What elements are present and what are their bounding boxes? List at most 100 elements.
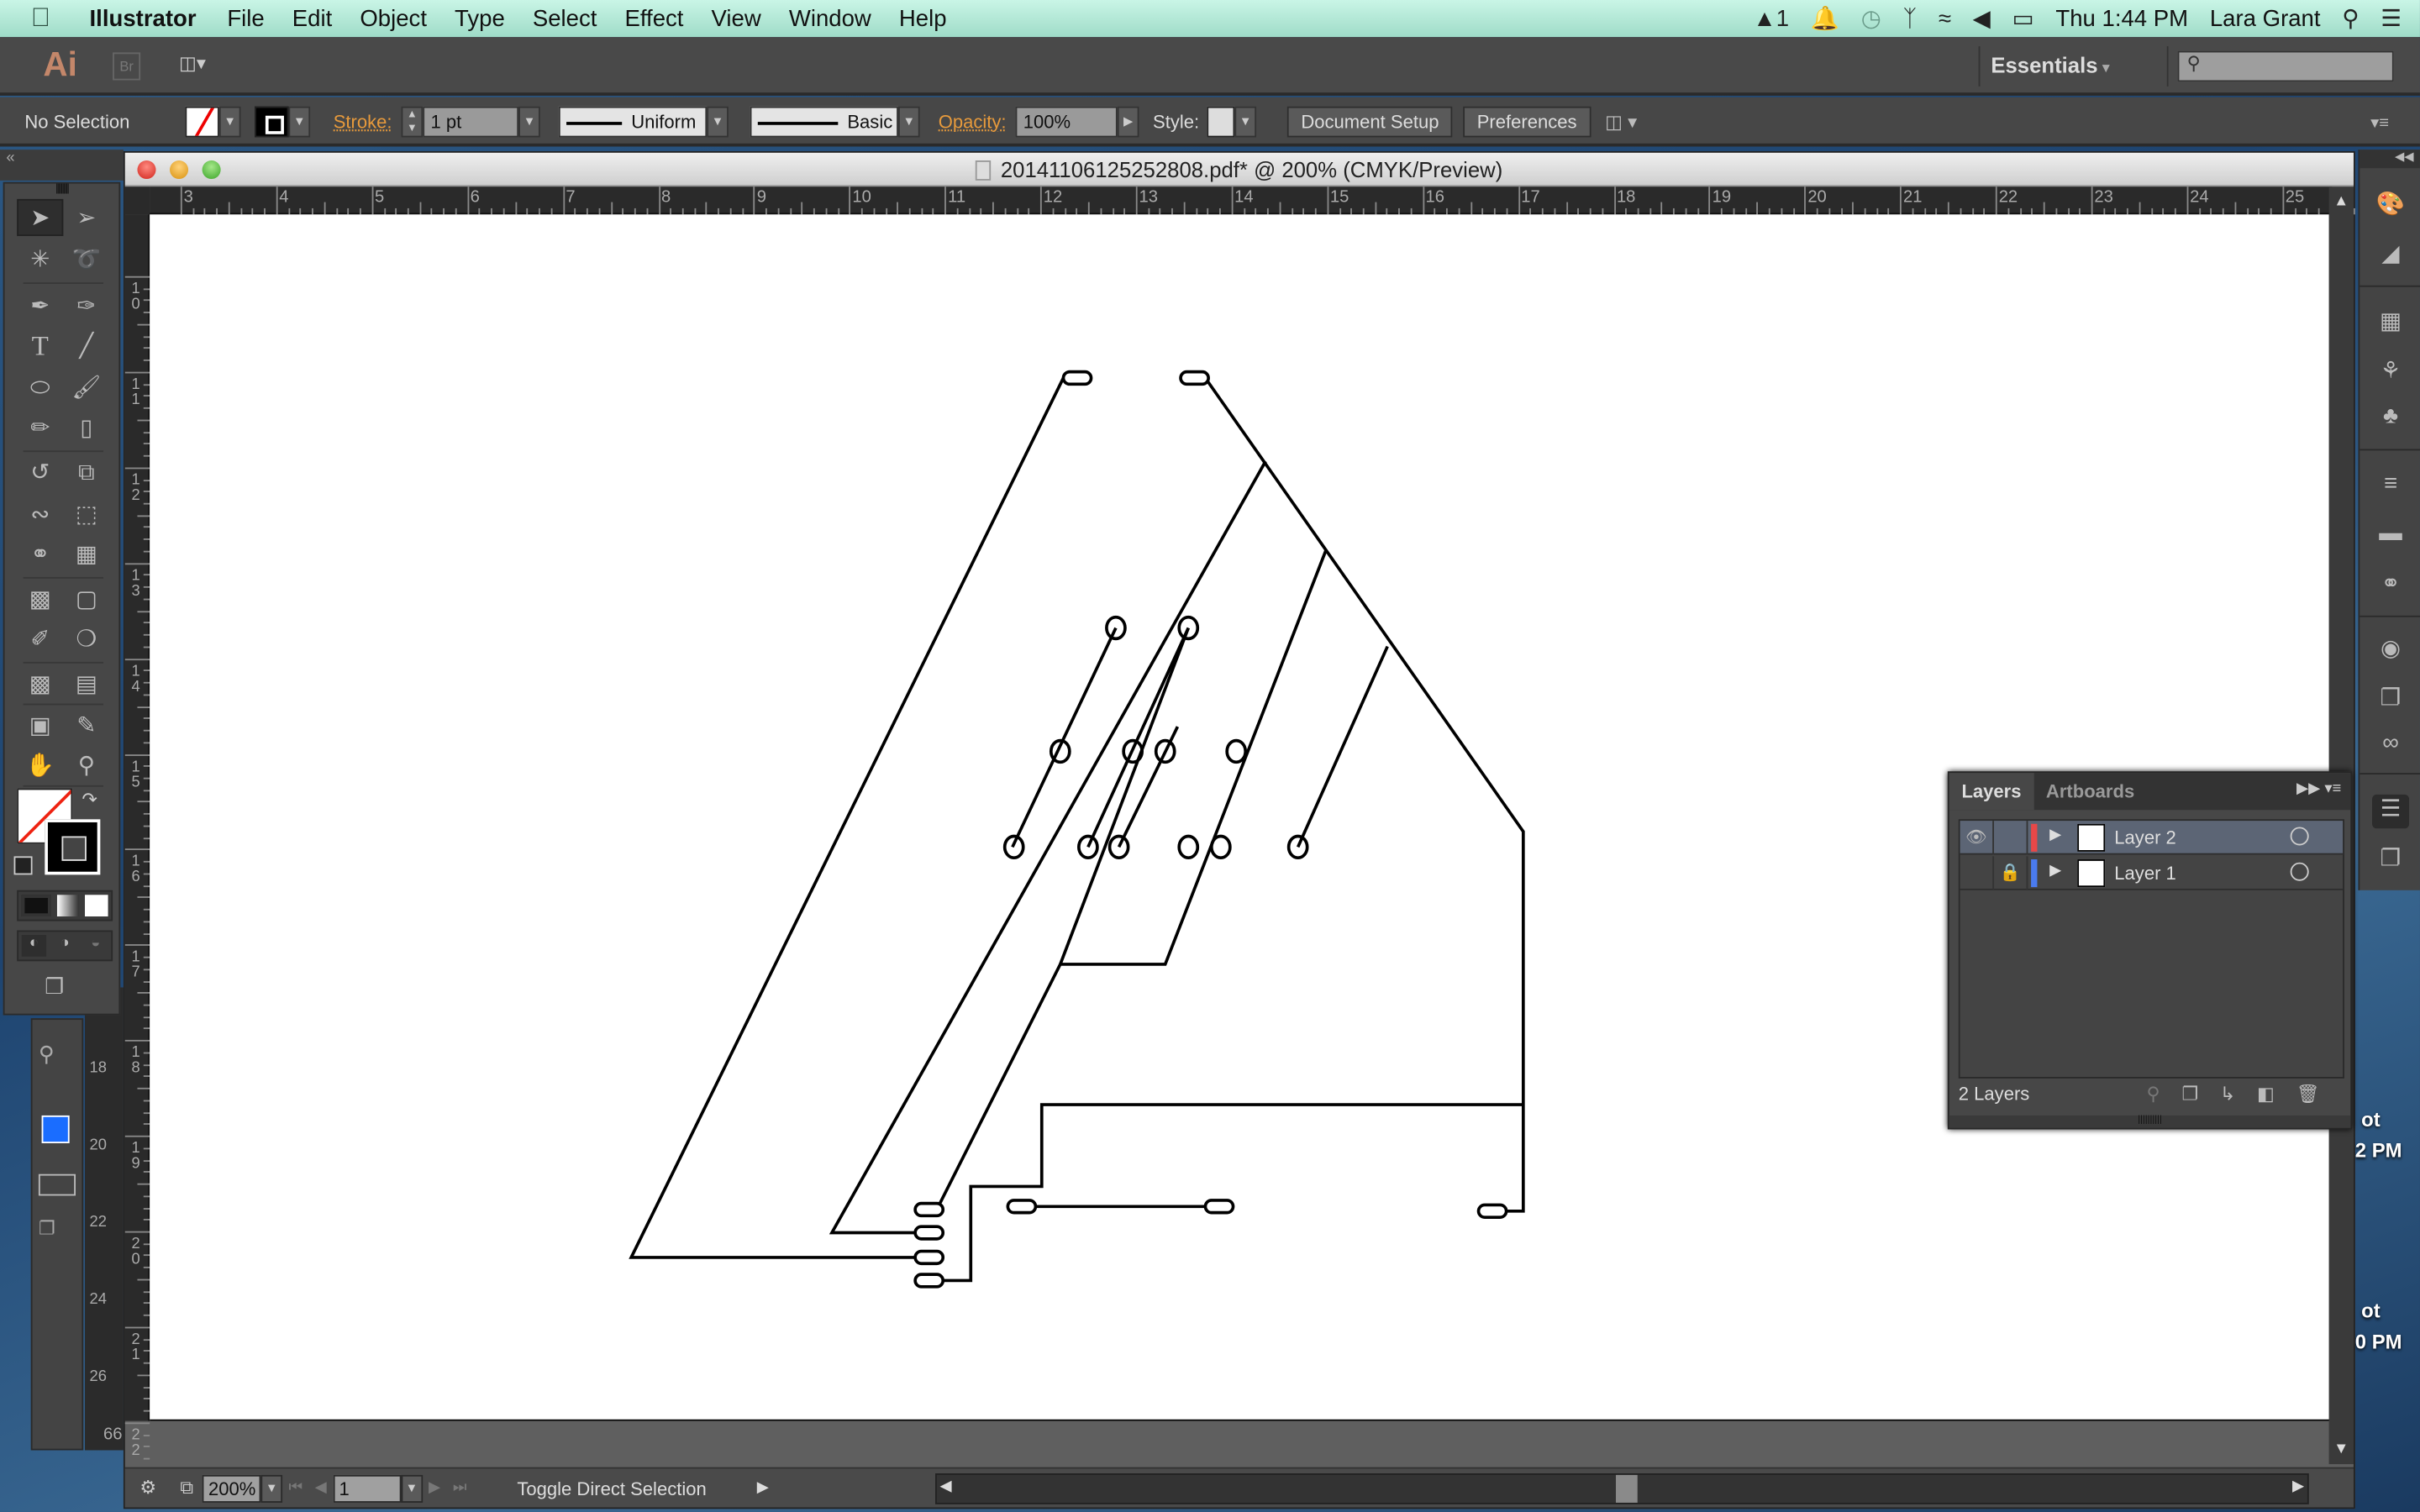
panel-menu-icon[interactable]: ▾≡ xyxy=(2370,107,2389,138)
menu-view[interactable]: View xyxy=(712,5,761,31)
chevron-down-icon[interactable]: ▼ xyxy=(218,106,241,138)
shape-builder-tool-icon[interactable]: ⚭ xyxy=(17,535,63,572)
fill-none-swatch[interactable] xyxy=(185,106,219,138)
hand-tool-icon[interactable]: ✋ xyxy=(17,747,63,784)
draw-behind-icon[interactable]: ◑ xyxy=(52,935,76,957)
circuit-trace[interactable] xyxy=(921,1103,1523,1283)
status-menu-arrow[interactable]: ▶ xyxy=(757,1479,769,1496)
chevron-down-icon[interactable]: ▼ xyxy=(707,106,729,138)
stroke-stepper[interactable]: ▲ ▼ xyxy=(401,106,424,138)
solder-pad[interactable] xyxy=(1179,370,1210,386)
artboard-number-input[interactable]: 1 xyxy=(333,1473,401,1503)
desktop-file-label[interactable]: 0 PM xyxy=(2355,1330,2402,1353)
scrollbar-thumb[interactable] xyxy=(1616,1474,1638,1503)
desktop-file-label[interactable]: ot xyxy=(2361,1299,2381,1323)
circuit-trace[interactable] xyxy=(829,460,1267,1235)
chevron-down-icon[interactable]: ▼ xyxy=(400,1473,423,1503)
artboard-tool-icon[interactable]: ▣ xyxy=(17,706,63,743)
type-tool-icon[interactable]: T xyxy=(17,327,63,364)
stroke-weight-control[interactable]: ▲ ▼ 1 pt ▼ xyxy=(401,106,540,138)
menu-window[interactable]: Window xyxy=(789,5,871,31)
via-hole[interactable] xyxy=(1177,615,1200,641)
creative-cloud-libraries-icon[interactable]: ∞ xyxy=(2372,730,2409,764)
puppet-warp-tool-icon[interactable]: ∾ xyxy=(17,496,63,533)
chevron-down-icon[interactable]: ▼ xyxy=(260,1473,283,1503)
chevron-down-icon[interactable]: ▼ xyxy=(1234,106,1257,138)
panel-resize-grip[interactable]: |||||||||| xyxy=(1949,1115,2351,1128)
blend-tool-icon[interactable]: ❍ xyxy=(63,620,109,657)
layer-row[interactable]: 🔒 ▶ Layer 1 xyxy=(1960,856,2344,890)
via-hole[interactable] xyxy=(1209,834,1232,860)
gpu-settings-icon[interactable]: ⚙ xyxy=(133,1476,164,1500)
paintbrush-tool-icon[interactable]: 🖌 xyxy=(63,369,109,406)
last-artboard-button[interactable]: ⏭ xyxy=(453,1479,467,1496)
horizontal-scrollbar[interactable]: ◀ ▶ xyxy=(935,1473,2309,1504)
gradient-mode-button[interactable] xyxy=(56,895,80,916)
help-search-input[interactable]: ⚲ xyxy=(2177,50,2394,82)
gradient-tool-icon[interactable]: ▢ xyxy=(63,580,109,617)
make-clipping-mask-icon[interactable]: ❐ xyxy=(2181,1083,2198,1105)
bridge-button[interactable]: Br xyxy=(113,52,141,81)
panel-grip[interactable]: |||||||||| xyxy=(5,184,119,199)
status-text[interactable]: Toggle Direct Selection xyxy=(473,1478,751,1499)
color-guide-panel-icon[interactable]: ◢ xyxy=(2372,239,2409,273)
symbol-sprayer-tool-icon[interactable]: ▩ xyxy=(17,665,63,702)
stroke-swatch[interactable] xyxy=(45,819,101,875)
solder-pad[interactable] xyxy=(1006,1199,1038,1215)
artboards-panel-icon[interactable]: ❐ xyxy=(2372,844,2409,878)
scroll-down-arrow[interactable]: ▼ xyxy=(2333,1441,2349,1457)
stroke-black-swatch[interactable] xyxy=(255,106,289,138)
delete-layer-icon[interactable]: 🗑 xyxy=(2296,1083,2320,1105)
solder-pad[interactable] xyxy=(913,1273,945,1289)
tab-artboards[interactable]: Artboards xyxy=(2033,773,2147,810)
scroll-up-arrow[interactable]: ▲ xyxy=(2333,193,2349,210)
brushes-panel-icon[interactable]: ⚘ xyxy=(2372,356,2409,390)
next-artboard-button[interactable]: ▶ xyxy=(429,1479,440,1496)
swatches-panel-icon[interactable]: ▦ xyxy=(2372,307,2409,341)
target-circle-icon[interactable] xyxy=(2290,827,2309,846)
opacity-label[interactable]: Opacity: xyxy=(939,107,1007,138)
desktop-file-label[interactable]: ot xyxy=(2361,1108,2381,1131)
locate-object-icon[interactable]: ⚲ xyxy=(2146,1083,2160,1105)
graphic-styles-panel-icon[interactable]: ❐ xyxy=(2372,684,2409,717)
stroke-label[interactable]: Stroke: xyxy=(334,107,392,138)
color-mode-button[interactable] xyxy=(21,895,51,916)
battery-icon[interactable]: ▭ xyxy=(2012,5,2034,32)
target-circle-icon[interactable] xyxy=(2290,862,2309,881)
profile-select[interactable]: Uniform xyxy=(558,106,708,138)
lock-toggle[interactable] xyxy=(1994,821,2028,855)
menu-edit[interactable]: Edit xyxy=(292,5,332,31)
create-new-layer-icon[interactable]: ◧ xyxy=(2257,1083,2275,1105)
layer-name[interactable]: Layer 2 xyxy=(2114,827,2176,848)
opacity-input[interactable]: 100% xyxy=(1015,106,1118,138)
style-swatch[interactable] xyxy=(1207,106,1235,138)
magic-wand-tool-icon[interactable]: ✳ xyxy=(17,241,63,278)
selection-tool-icon[interactable]: ➤ xyxy=(17,198,64,237)
default-fill-stroke-icon[interactable] xyxy=(13,856,33,875)
wifi-icon[interactable]: ≈ xyxy=(1939,5,1951,31)
preferences-button[interactable]: Preferences xyxy=(1463,106,1591,138)
volume-icon[interactable]: ◀ xyxy=(1973,5,1991,32)
menu-user[interactable]: Lara Grant xyxy=(2210,5,2321,31)
notification-bell-icon[interactable]: 🔔 xyxy=(1811,5,1839,32)
mesh-tool-icon[interactable]: ▩ xyxy=(17,580,63,617)
solder-pad[interactable] xyxy=(1061,370,1093,386)
menu-type[interactable]: Type xyxy=(455,5,505,31)
ellipse-tool-icon[interactable]: ⬭ xyxy=(17,369,63,406)
desktop-file-label[interactable]: 2 PM xyxy=(2355,1138,2402,1162)
solder-pad[interactable] xyxy=(913,1201,945,1218)
symbols-panel-icon[interactable]: ♣ xyxy=(2372,402,2409,436)
horizontal-ruler[interactable]: 3 4 5 6 7 8 9 10 11 12 13 14 15 16 17 18 19 20 21 22 23 24 25 xyxy=(150,186,2368,215)
transparency-panel-icon[interactable]: ⚭ xyxy=(2372,570,2409,603)
fill-color-control[interactable]: ▼ xyxy=(185,106,241,138)
curvature-tool-icon[interactable]: ✑ xyxy=(63,287,109,324)
circuit-trace[interactable] xyxy=(1059,627,1190,965)
rotate-tool-icon[interactable]: ↺ xyxy=(17,454,63,491)
scale-tool-icon[interactable]: ⧉ xyxy=(63,454,109,491)
opacity-control[interactable]: 100% ▶ xyxy=(1015,106,1139,138)
solder-pad[interactable] xyxy=(913,1249,945,1266)
chevron-right-icon[interactable]: ▶ xyxy=(1117,106,1139,138)
brush-select[interactable]: Basic xyxy=(750,106,898,138)
tab-layers[interactable]: Layers xyxy=(1949,773,2034,811)
ruler-origin[interactable] xyxy=(124,186,150,215)
